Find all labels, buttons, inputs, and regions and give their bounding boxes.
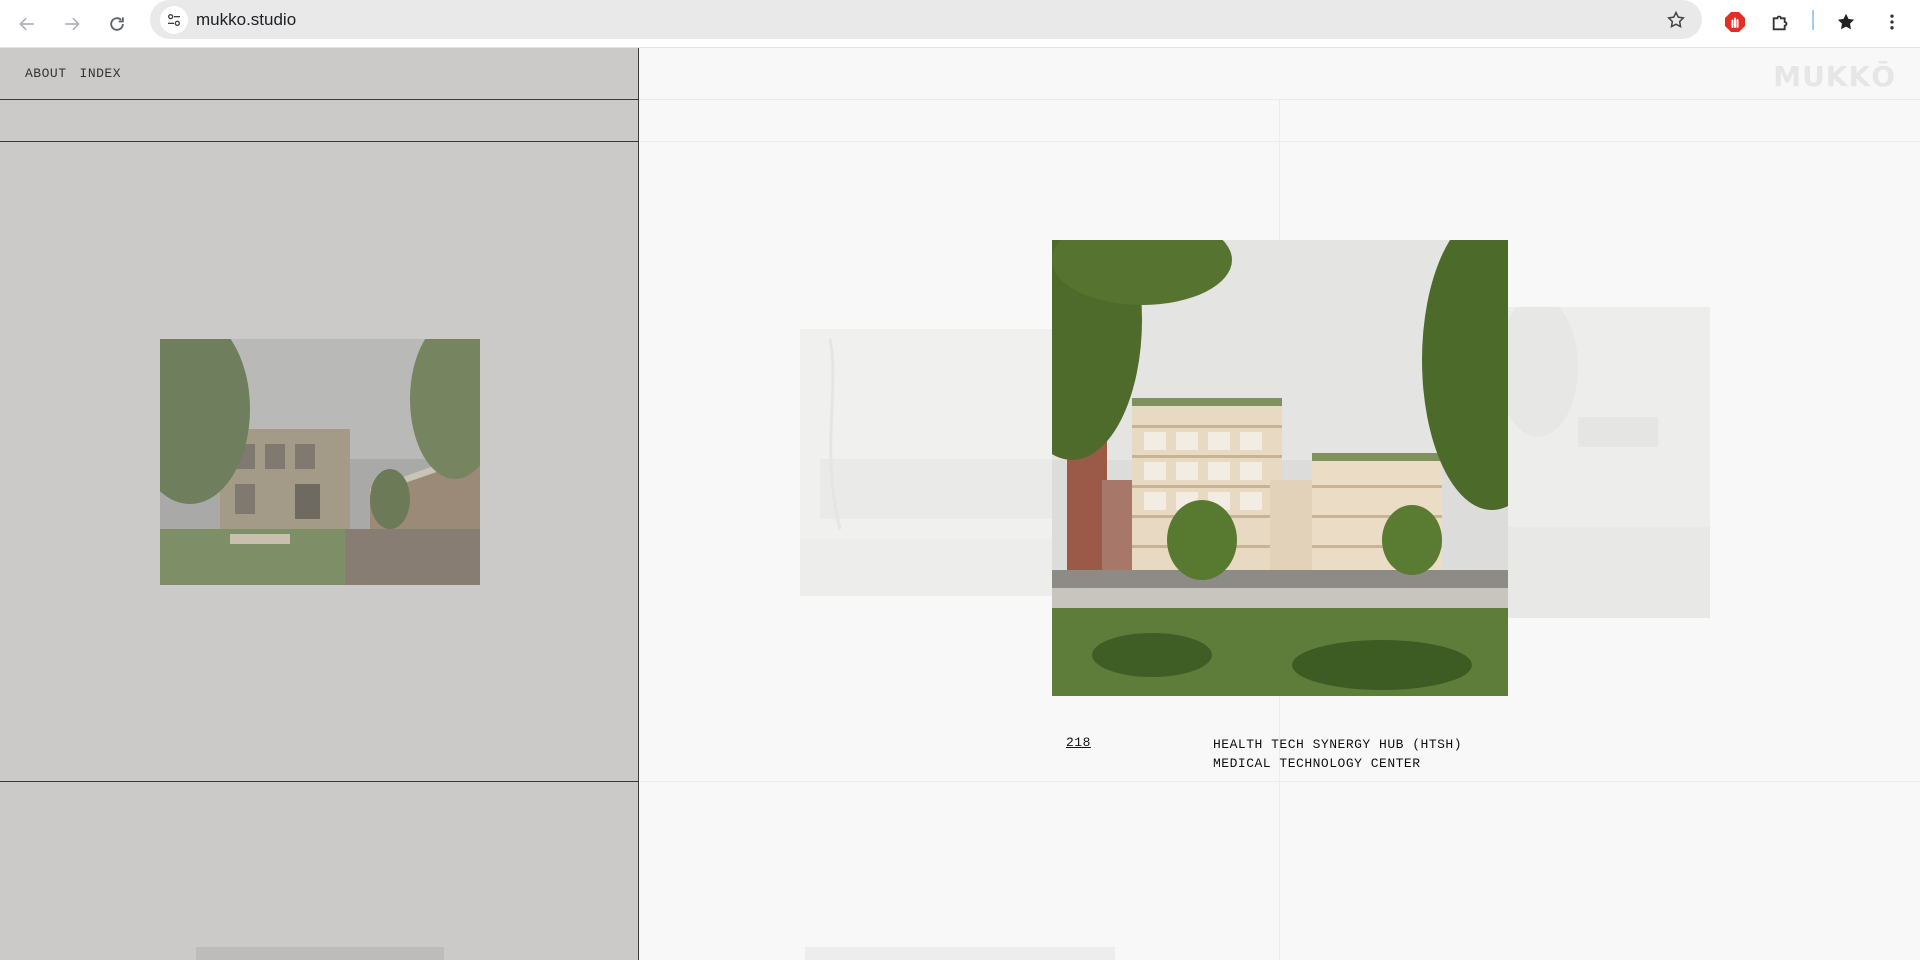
grid-line [640,141,1920,142]
project-title: HEALTH TECH SYNERGY HUB (HTSH) MEDICAL T… [1213,735,1462,773]
project-thumbnail-courtyard[interactable] [160,339,480,585]
page: ABOUT INDEX MUKKŌ 218 HEALTH TECH SYNERG… [0,48,1920,960]
kebab-menu-icon [1890,14,1894,30]
url-text[interactable]: mukko.studio [196,10,296,30]
faded-render-image [1508,307,1710,618]
toolbar-divider [1812,10,1814,30]
faded-render-image [800,329,1053,596]
carousel-next-image[interactable] [1508,307,1710,618]
left-panel: ABOUT INDEX [0,48,639,960]
bookmarks-button[interactable] [1830,6,1862,38]
site-logo[interactable]: MUKKŌ [1773,60,1896,93]
arrow-left-icon [19,17,34,31]
project-title-line: HEALTH TECH SYNERGY HUB (HTSH) [1213,737,1463,752]
site-nav: ABOUT INDEX [25,66,134,81]
puzzle-icon [1772,15,1788,31]
star-filled-icon [1837,13,1855,30]
extensions-button[interactable] [1765,6,1797,38]
adblock-hand-icon [1725,12,1745,32]
back-button[interactable] [9,6,45,42]
project-subtitle-line: MEDICAL TECHNOLOGY CENTER [1213,756,1421,771]
project-number-link[interactable]: 218 [1066,735,1091,750]
divider [0,781,639,782]
address-bar[interactable]: mukko.studio [150,0,1702,39]
project-thumbnail-partial[interactable] [805,947,1115,960]
project-hero-image[interactable] [1052,240,1508,696]
grid-line [640,99,1920,100]
divider [0,99,639,100]
medical-center-render [1052,240,1508,696]
reload-icon [110,17,124,31]
carousel-prev-image[interactable] [800,329,1053,596]
tune-icon [168,13,180,26]
grid-line [640,781,1920,782]
star-outline-icon [1667,10,1685,28]
courtyard-render-image [160,339,480,585]
browser-toolbar: mukko.studio [0,0,1920,48]
divider [0,141,639,142]
nav-about-link[interactable]: ABOUT [25,66,67,81]
bookmark-button[interactable] [1662,6,1690,34]
right-panel: MUKKŌ 218 HEALTH TECH SYNERGY HUB (HTSH)… [640,48,1920,960]
reload-button[interactable] [99,6,135,42]
nav-index-link[interactable]: INDEX [80,66,122,81]
arrow-right-icon [65,17,80,31]
project-thumbnail-partial[interactable] [196,947,444,960]
menu-button[interactable] [1876,6,1908,38]
forward-button[interactable] [54,6,90,42]
site-info-button[interactable] [160,6,188,34]
adblock-extension-button[interactable] [1719,6,1751,38]
